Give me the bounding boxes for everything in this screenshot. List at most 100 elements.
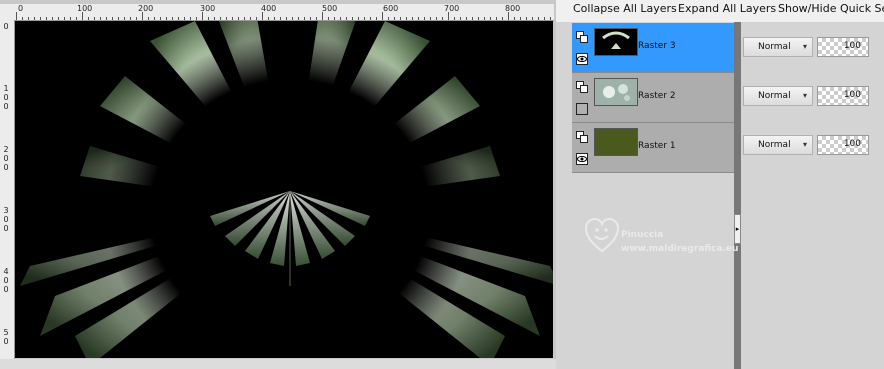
ruler-tick [544,17,545,20]
ruler-tick [148,17,149,20]
blend-mode-dropdown[interactable]: Normal ▾ [743,37,813,57]
layer-name[interactable]: Raster 3 [638,41,676,51]
ruler-tick [442,17,443,20]
ruler-tick [304,17,305,20]
layer-name[interactable]: Raster 1 [638,141,676,151]
blend-mode-value: Normal [758,140,791,150]
layer-row-raster-2[interactable]: Raster 2 [572,73,734,123]
blend-mode-dropdown[interactable]: Normal ▾ [743,135,813,155]
ruler-tick [28,17,29,20]
ruler-tick [280,17,281,20]
dropdown-arrow-icon: ▾ [802,42,807,51]
ruler-tick [82,12,83,20]
ruler-horizontal: 0 100 200 300 400 500 600 700 800 [14,4,554,21]
ruler-tick [490,17,491,20]
layer-group-icon[interactable] [576,131,588,143]
ruler-tick [112,17,113,20]
layers-panel: Collapse All Layers Expand All Layers Sh… [556,0,884,369]
ruler-tick [100,17,101,20]
ruler-tick [166,17,167,20]
layer-row-raster-1[interactable]: Raster 1 [572,123,734,173]
ruler-tick [154,17,155,20]
layer-row-raster-3[interactable]: Raster 3 [572,23,734,73]
ruler-tick [184,17,185,20]
opacity-field[interactable]: 100 [817,135,869,155]
ruler-tick [250,17,251,20]
ruler-tick [520,17,521,20]
ruler-tick [226,17,227,20]
ruler-tick [130,17,131,20]
ruler-tick [532,17,533,20]
ruler-tick [118,17,119,20]
ruler-tick [256,17,257,20]
ruler-label: 2 0 0 [3,145,9,172]
eye-icon[interactable] [576,153,588,165]
eye-icon[interactable] [576,53,588,65]
ruler-tick [340,17,341,20]
ruler-tick [436,17,437,20]
ruler-tick [106,17,107,20]
ruler-label: 700 [444,4,460,13]
ruler-vertical: 0 1 0 0 2 0 0 3 0 0 4 0 0 5 0 [0,20,15,365]
image-canvas[interactable] [15,21,553,358]
collapse-all-layers-button[interactable]: Collapse All Layers [573,0,677,17]
ruler-corner [0,4,14,20]
show-hide-quick-search-button[interactable]: Show/Hide Quick Sea [778,0,884,17]
ruler-tick [472,17,473,20]
ruler-tick [514,17,515,20]
watermark-name: Pinuccia [621,230,664,240]
ruler-tick [418,17,419,20]
ruler-tick [16,12,17,20]
expand-all-layers-button[interactable]: Expand All Layers [678,0,776,17]
ruler-tick [412,17,413,20]
canvas-artwork [15,21,553,358]
dropdown-arrow-icon: ▾ [802,91,807,100]
ruler-label: 0 [3,22,9,31]
blend-mode-value: Normal [758,91,791,101]
ruler-label: 100 [77,4,93,13]
ruler-tick [454,17,455,20]
ruler-tick [424,17,425,20]
ruler-tick [448,12,449,20]
ruler-label: 400 [261,4,277,13]
layer-group-icon[interactable] [576,31,588,43]
ruler-tick [334,17,335,20]
ruler-tick [394,17,395,20]
ruler-tick [400,17,401,20]
ruler-tick [322,12,323,20]
blend-mode-dropdown[interactable]: Normal ▾ [743,86,813,106]
layer-group-icon[interactable] [576,81,588,93]
ruler-label: 500 [322,4,338,13]
panel-splitter[interactable] [734,22,741,369]
layers-toolbar: Collapse All Layers Expand All Layers Sh… [556,0,884,22]
ruler-tick [526,17,527,20]
layer-name[interactable]: Raster 2 [638,91,676,101]
ruler-tick [196,17,197,20]
layer-list: Raster 3 Raster 2 Raster 1 [572,23,734,173]
ruler-tick [34,17,35,20]
visibility-toggle-icon[interactable] [576,103,588,115]
layer-thumbnail [594,78,638,106]
ruler-tick [208,17,209,20]
ruler-label: 3 0 0 [3,206,9,233]
ruler-tick [160,17,161,20]
opacity-field[interactable]: 100 [817,86,869,106]
heart-logo-icon [585,218,619,253]
ruler-tick [370,17,371,20]
ruler-tick [430,17,431,20]
opacity-field[interactable]: 100 [817,37,869,57]
ruler-tick [316,17,317,20]
ruler-tick [352,17,353,20]
ruler-tick [358,17,359,20]
ruler-tick [274,17,275,20]
ruler-tick [52,17,53,20]
ruler-tick [46,17,47,20]
blend-mode-value: Normal [758,42,791,52]
image-editor: 0 100 200 300 400 500 600 700 800 0 1 0 … [0,0,556,369]
ruler-tick [466,17,467,20]
ruler-label: 1 0 0 [3,84,9,111]
ruler-tick [406,17,407,20]
ruler-tick [172,17,173,20]
ruler-tick [364,17,365,20]
ruler-tick [328,17,329,20]
